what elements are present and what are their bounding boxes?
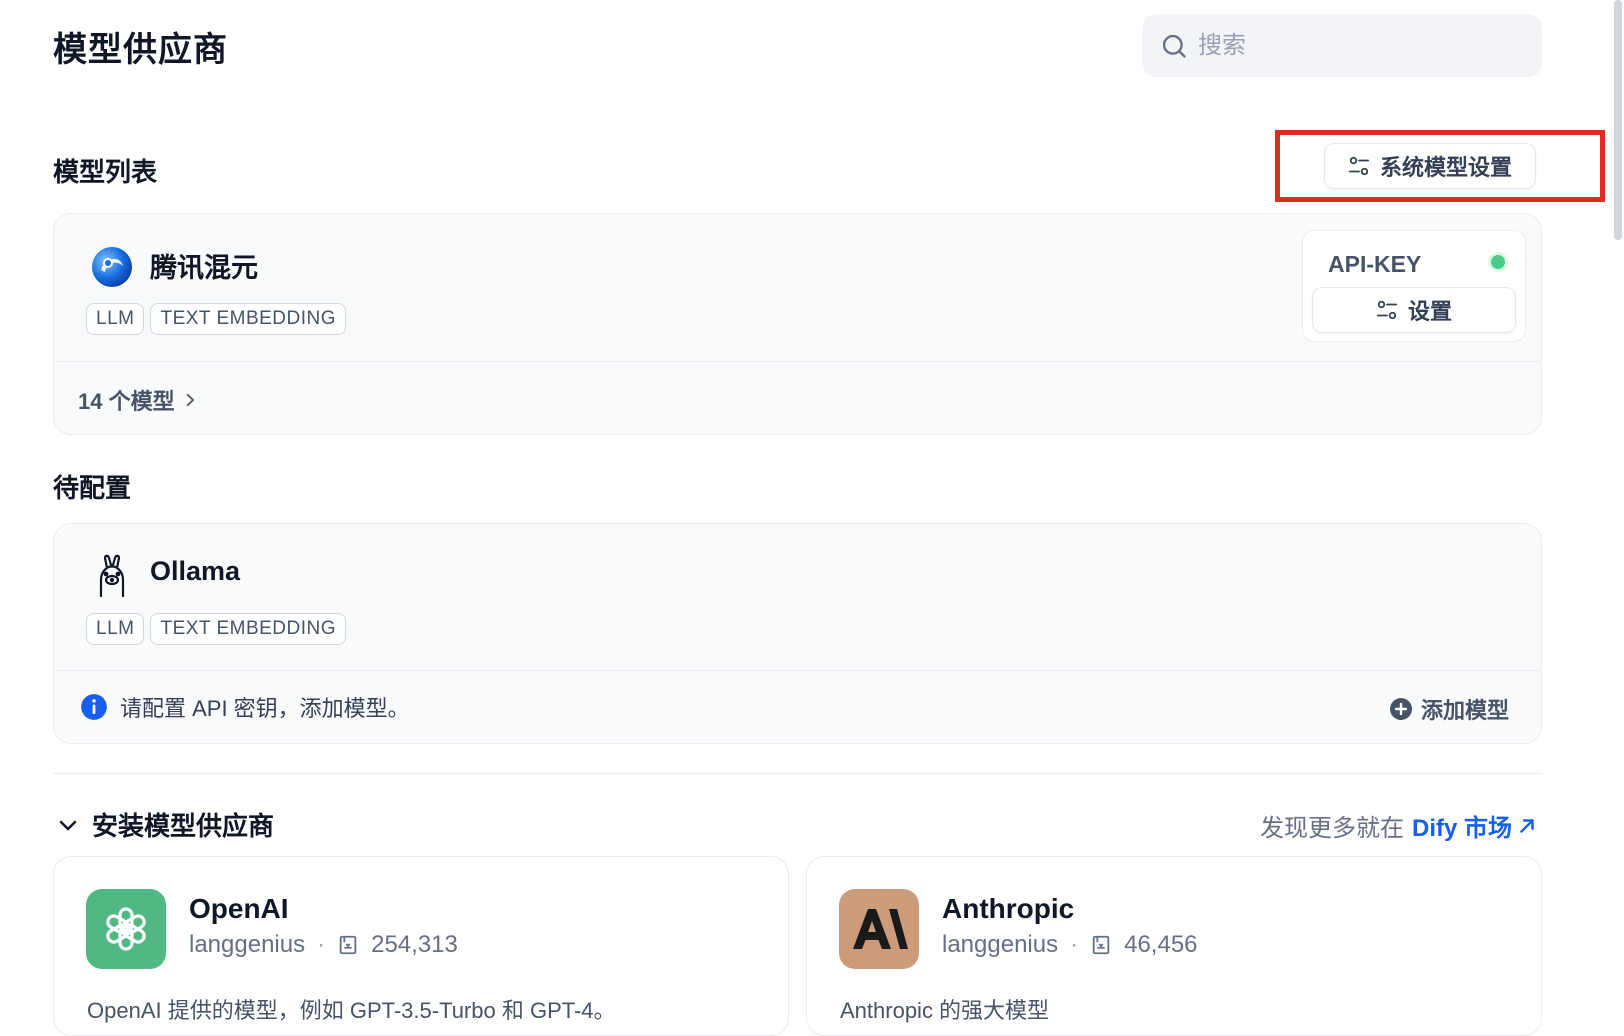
api-key-panel: API-KEY 设置 bbox=[1302, 230, 1526, 342]
info-icon bbox=[81, 694, 107, 720]
meta-separator: · bbox=[1070, 931, 1079, 958]
tag-text-embedding: TEXT EMBEDDING bbox=[150, 303, 347, 335]
provider-name: 腾讯混元 bbox=[150, 253, 258, 283]
marketplace-link[interactable]: Dify 市场 bbox=[1412, 808, 1538, 843]
install-section-title: 安装模型供应商 bbox=[92, 811, 275, 841]
marketplace-provider-meta: langgenius · 254,313 bbox=[189, 931, 458, 959]
provider-settings-button[interactable]: 设置 bbox=[1312, 287, 1516, 333]
provider-tags: LLM TEXT EMBEDDING bbox=[86, 613, 347, 645]
discover-more: 发现更多就在 Dify 市场 bbox=[1260, 808, 1538, 843]
chevron-down-icon bbox=[59, 820, 77, 830]
tag-llm: LLM bbox=[86, 613, 145, 645]
marketplace-provider-description: OpenAI 提供的模型，例如 GPT-3.5-Turbo 和 GPT-4。 bbox=[87, 998, 616, 1023]
provider-settings-label: 设置 bbox=[1407, 299, 1452, 324]
provider-tags: LLM TEXT EMBEDDING bbox=[86, 303, 347, 335]
install-count: 254,313 bbox=[371, 931, 458, 958]
scrollbar[interactable] bbox=[1614, 0, 1622, 240]
provider-card-hunyuan: 腾讯混元 LLM TEXT EMBEDDING API-KEY 设置 14 个模… bbox=[53, 213, 1542, 435]
marketplace-provider-description: Anthropic 的强大模型 bbox=[840, 998, 1050, 1023]
add-model-label: 添加模型 bbox=[1420, 698, 1509, 723]
tag-text-embedding: TEXT EMBEDDING bbox=[150, 613, 347, 645]
provider-name: Ollama bbox=[150, 556, 241, 586]
openai-logo-icon bbox=[86, 889, 166, 969]
pending-title: 待配置 bbox=[53, 473, 132, 503]
install-count-icon bbox=[339, 935, 357, 955]
discover-prefix: 发现更多就在 bbox=[1259, 815, 1404, 842]
page-title: 模型供应商 bbox=[53, 31, 228, 69]
config-notice: 请配置 API 密钥，添加模型。 bbox=[80, 691, 410, 723]
marketplace-provider-name: OpenAI bbox=[189, 893, 289, 924]
search-input[interactable] bbox=[1196, 30, 1520, 61]
status-indicator bbox=[1491, 255, 1505, 269]
provider-card-ollama: Ollama LLM TEXT EMBEDDING 请配置 API 密钥，添加模… bbox=[53, 523, 1542, 744]
highlight-annotation bbox=[1275, 130, 1605, 202]
tag-llm: LLM bbox=[86, 303, 145, 335]
hunyuan-logo-icon bbox=[92, 247, 132, 287]
models-count-link[interactable]: 14 个模型 bbox=[78, 384, 199, 416]
chevron-right-icon bbox=[186, 393, 194, 407]
marketplace-card-anthropic[interactable]: Anthropic langgenius · 46,456 Anthropic … bbox=[806, 856, 1542, 1036]
marketplace-provider-meta: langgenius · 46,456 bbox=[942, 931, 1198, 959]
search-box[interactable] bbox=[1142, 14, 1542, 77]
provider-author: langgenius bbox=[189, 931, 306, 958]
models-count: 14 个模型 bbox=[78, 389, 175, 414]
search-icon bbox=[1162, 34, 1186, 58]
marketplace-card-openai[interactable]: OpenAI langgenius · 254,313 OpenAI 提供的模型… bbox=[53, 856, 789, 1036]
settings-sliders-icon bbox=[1376, 300, 1398, 320]
install-section-toggle[interactable]: 安装模型供应商 bbox=[56, 806, 274, 843]
marketplace-link-label: Dify 市场 bbox=[1411, 815, 1512, 842]
section-divider bbox=[53, 773, 1542, 774]
provider-author: langgenius bbox=[942, 931, 1059, 958]
config-notice-text: 请配置 API 密钥，添加模型。 bbox=[120, 696, 410, 721]
add-model-button[interactable]: 添加模型 bbox=[1389, 693, 1509, 725]
external-arrow-icon bbox=[1520, 818, 1534, 833]
marketplace-provider-name: Anthropic bbox=[942, 893, 1075, 924]
model-list-title: 模型列表 bbox=[53, 157, 158, 187]
plus-circle-icon bbox=[1389, 698, 1412, 720]
ollama-logo-icon bbox=[99, 554, 125, 598]
install-count: 46,456 bbox=[1124, 931, 1198, 958]
install-count-icon bbox=[1092, 935, 1110, 955]
meta-separator: · bbox=[317, 931, 326, 958]
api-key-label: API-KEY bbox=[1328, 251, 1422, 277]
anthropic-logo-icon bbox=[839, 889, 919, 969]
